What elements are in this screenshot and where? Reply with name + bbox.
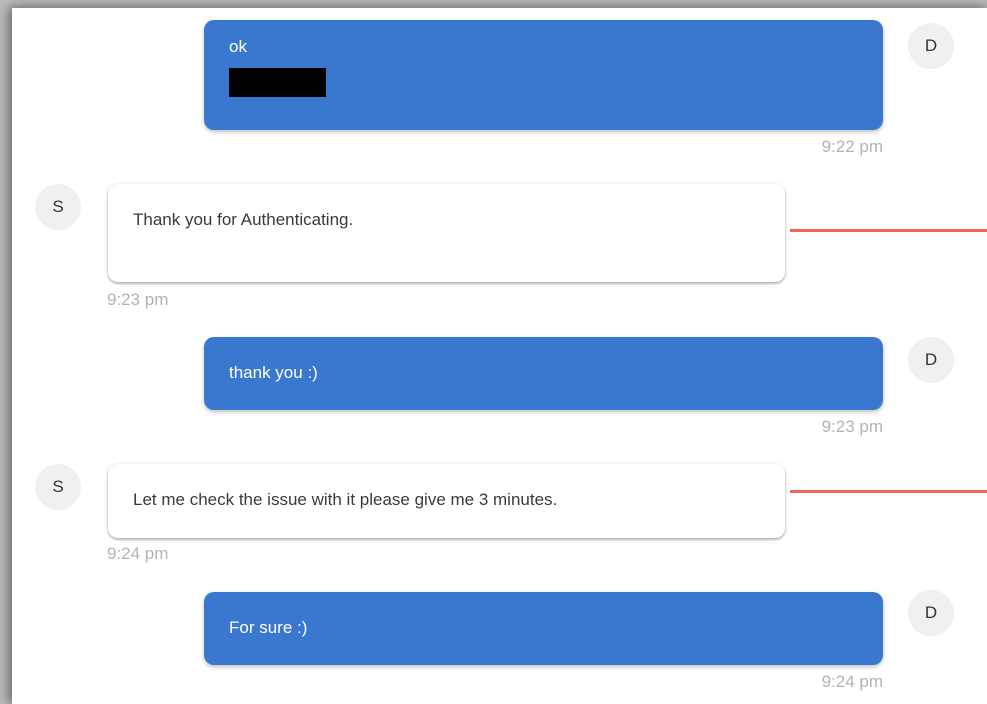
message-text: For sure :)	[229, 618, 308, 637]
avatar: D	[908, 590, 954, 636]
message-timestamp: 9:22 pm	[821, 137, 883, 156]
message-bubble-incoming: Thank you for Authenticating.	[108, 184, 785, 282]
redacted-block	[229, 68, 326, 97]
avatar: D	[908, 337, 954, 383]
chat-panel: D ok 9:22 pm S Thank you for Authenticat…	[12, 8, 987, 704]
avatar: S	[35, 464, 81, 510]
message-timestamp: 9:24 pm	[107, 544, 169, 563]
message-bubble-outgoing: ok	[204, 20, 883, 130]
message-timestamp: 9:23 pm	[821, 417, 883, 436]
message-text: thank you :)	[229, 363, 318, 382]
message-bubble-incoming: Let me check the issue with it please gi…	[108, 464, 785, 538]
message-text: Thank you for Authenticating.	[133, 210, 354, 229]
message-timestamp: 9:23 pm	[107, 290, 169, 309]
message-text: Let me check the issue with it please gi…	[133, 490, 558, 509]
message-text: ok	[229, 37, 247, 56]
message-timestamp: 9:24 pm	[821, 672, 883, 691]
avatar: S	[35, 184, 81, 230]
avatar: D	[908, 23, 954, 69]
annotation-line	[790, 490, 987, 493]
annotation-line	[790, 229, 987, 232]
message-bubble-outgoing: For sure :)	[204, 592, 883, 665]
message-bubble-outgoing: thank you :)	[204, 337, 883, 410]
